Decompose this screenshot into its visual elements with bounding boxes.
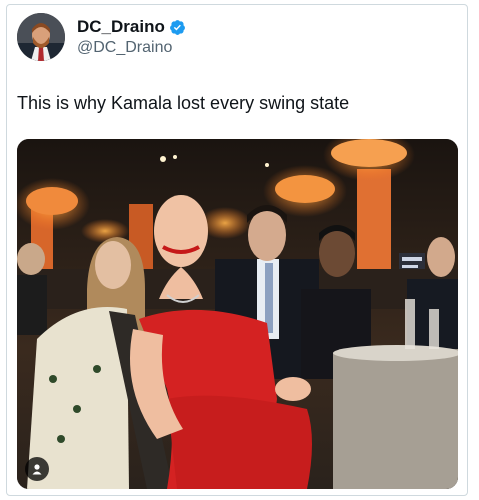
tweet-photo[interactable] [17, 139, 458, 489]
author-avatar[interactable] [17, 13, 65, 61]
tweet-text: This is why Kamala lost every swing stat… [17, 93, 350, 113]
author-handle[interactable]: @DC_Draino [77, 39, 172, 57]
photo-person [17, 243, 47, 335]
author-display-name[interactable]: DC_Draino [77, 17, 165, 37]
author-name-row: DC_Draino [77, 17, 186, 37]
verified-badge-icon [169, 19, 185, 35]
person-tag-icon[interactable] [25, 457, 49, 481]
chandelier [17, 178, 90, 230]
tweet-card[interactable]: DC_Draino @DC_Draino This is why Kamala … [6, 4, 468, 496]
